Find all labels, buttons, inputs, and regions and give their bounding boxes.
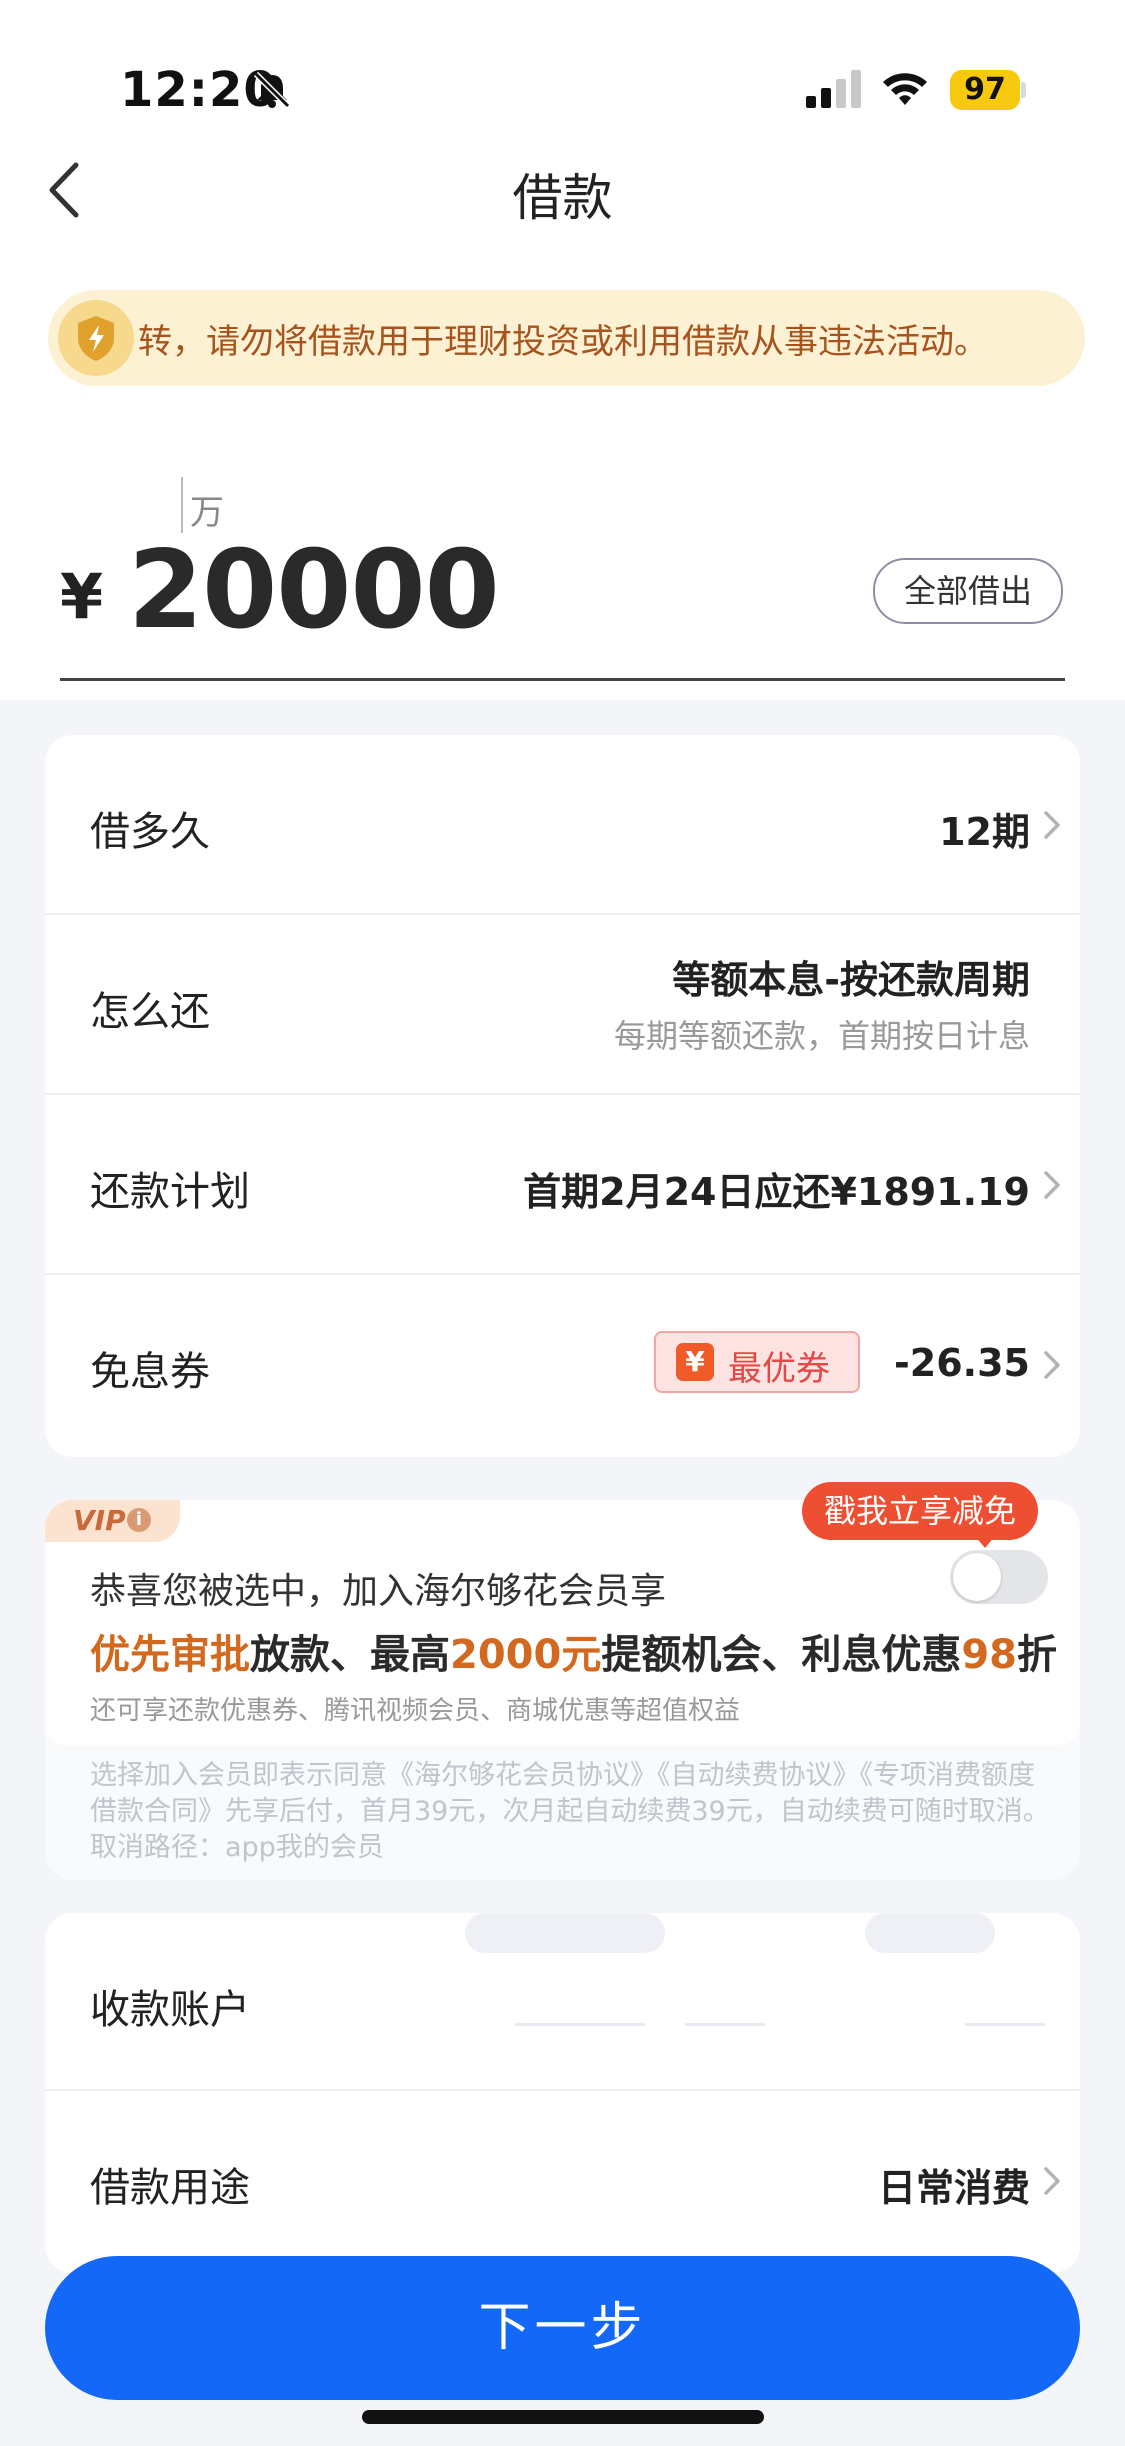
account-redacted: [865, 1913, 995, 1953]
toggle-knob: [953, 1553, 1001, 1601]
next-step-button[interactable]: 下一步: [45, 2256, 1080, 2400]
repay-method-value: 等额本息-按还款周期: [672, 958, 1030, 1002]
vip-terms-text[interactable]: 选择加入会员即表示同意《海尔够花会员协议》《自动续费协议》《专项消费额度借款合同…: [90, 1758, 1050, 1866]
vip-offer-benefits: 优先审批放款、最高2000元提额机会、利息优惠98折: [90, 1622, 1057, 1680]
amount-underline: [60, 678, 1065, 681]
loan-amount-input[interactable]: 20000: [128, 528, 500, 653]
benefit-text: 放款、最高: [250, 1632, 450, 1678]
home-indicator: [362, 2410, 764, 2424]
battery-tip: [1021, 82, 1026, 98]
signal-icon: [806, 70, 861, 108]
row-label: 还款计划: [90, 1169, 250, 1215]
shield-lightning-icon: [78, 316, 114, 361]
chevron-right-icon: [1044, 811, 1060, 839]
repay-plan-value: 首期2月24日应还¥1891.19: [523, 1170, 1030, 1214]
vip-badge: VIP i: [45, 1500, 180, 1542]
benefit-amount: 2000元: [450, 1632, 602, 1678]
vip-extra-benefits: 还可享还款优惠券、腾讯视频会员、商城优惠等超值权益: [90, 1696, 741, 1726]
account-redacted: [465, 1913, 665, 1953]
benefit-text: 提额机会、利息优惠: [601, 1632, 962, 1678]
benefit-discount: 98: [961, 1632, 1017, 1678]
row-label: 借款用途: [90, 2165, 250, 2211]
account-redacted: [515, 2023, 645, 2026]
repay-plan-row[interactable]: 还款计划 首期2月24日应还¥1891.19: [45, 1095, 1080, 1275]
coupon-discount-value: -26.35: [894, 1341, 1030, 1385]
account-redacted: [965, 2023, 1045, 2026]
row-label: 借多久: [90, 809, 210, 855]
page-title: 借款: [512, 169, 613, 227]
vip-bubble-tail: [975, 1536, 995, 1548]
benefit-text: 折: [1017, 1632, 1057, 1678]
currency-symbol: ¥: [60, 560, 104, 633]
loan-purpose-row[interactable]: 借款用途 日常消费: [45, 2091, 1080, 2273]
amount-unit-hint: 万: [190, 493, 224, 533]
vip-offer-headline: 恭喜您被选中，加入海尔够花会员享: [90, 1571, 667, 1612]
benefit-priority: 优先审批: [90, 1632, 250, 1678]
loan-term-value: 12期: [939, 810, 1030, 854]
loan-purpose-value: 日常消费: [877, 2166, 1030, 2210]
repay-method-sub: 每期等额还款，首期按日计息: [613, 1017, 1030, 1055]
account-redacted: [685, 2023, 765, 2026]
info-icon[interactable]: i: [127, 1508, 151, 1532]
coupon-row[interactable]: 免息券 ¥ 最优券 -26.35: [45, 1275, 1080, 1457]
input-caret: [181, 477, 183, 533]
vip-join-toggle[interactable]: [950, 1550, 1048, 1604]
row-label: 怎么还: [90, 989, 210, 1035]
coupon-yen-icon: ¥: [676, 1343, 714, 1381]
risk-notice-banner: 转，请勿将借款用于理财投资或利用借款从事违法活动。: [48, 290, 1085, 386]
vip-promo-bubble[interactable]: 戳我立享减免: [802, 1482, 1038, 1540]
chevron-right-icon: [1044, 2167, 1060, 2195]
account-card: 收款账户 借款用途 日常消费: [45, 1913, 1080, 2273]
notice-icon-wrap: [58, 300, 134, 376]
receiving-account-row[interactable]: 收款账户: [45, 1913, 1080, 2091]
vip-membership-card: VIP i 恭喜您被选中，加入海尔够花会员享 优先审批放款、最高2000元提额机…: [45, 1500, 1080, 1880]
loan-term-row[interactable]: 借多久 12期: [45, 735, 1080, 915]
notice-text: 转，请勿将借款用于理财投资或利用借款从事违法活动。: [138, 322, 988, 362]
account-redacted: [515, 2021, 525, 2023]
bell-mute-icon: [253, 71, 291, 109]
wifi-icon: [883, 73, 927, 105]
best-coupon-tag: ¥ 最优券: [654, 1331, 860, 1393]
coupon-tag-label: 最优券: [728, 1349, 830, 1389]
row-label: 免息券: [90, 1349, 210, 1395]
row-label: 收款账户: [90, 1987, 250, 2033]
battery-icon: 97: [950, 70, 1020, 110]
chevron-right-icon: [1044, 1351, 1060, 1379]
loan-details-card: 借多久 12期 怎么还 等额本息-按还款周期 每期等额还款，首期按日计息 还款计…: [45, 735, 1080, 1457]
chevron-right-icon: [1044, 1171, 1060, 1199]
borrow-all-button[interactable]: 全部借出: [873, 558, 1063, 624]
status-bar: 12:20 97: [0, 0, 1125, 150]
repay-method-row: 怎么还 等额本息-按还款周期 每期等额还款，首期按日计息: [45, 915, 1080, 1095]
vip-badge-label: VIP: [73, 1504, 126, 1537]
